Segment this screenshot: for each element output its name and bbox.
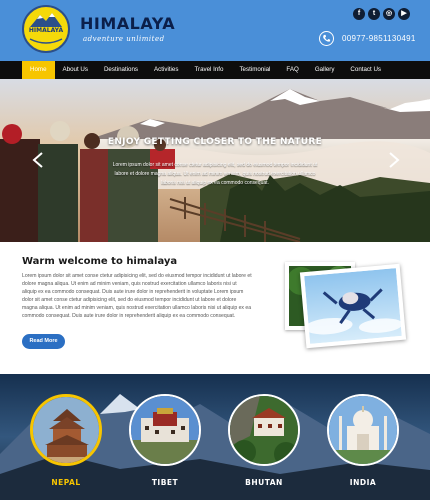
facebook-icon[interactable]: f [353,8,365,20]
youtube-icon[interactable]: ▶ [398,8,410,20]
nav-item-travel-info[interactable]: Travel Info [186,61,231,79]
instagram-icon[interactable]: ◎ [383,8,395,20]
logo-text: HIMALAYA [28,27,64,34]
nav-item-gallery[interactable]: Gallery [307,61,343,79]
nav-item-destinations[interactable]: Destinations [96,61,146,79]
brand-name: HIMALAYA [80,14,176,33]
main-nav: Home About Us Destinations Activities Travel… [0,61,430,79]
nav-item-home[interactable]: Home [22,61,55,79]
social-links: f t ◎ ▶ [353,8,410,20]
phone-icon [319,31,334,46]
hero-slider: ENJOY GETTING CLOSER TO THE NATURE Lorem… [0,79,430,242]
nav-item-activities[interactable]: Activities [146,61,186,79]
phone-number[interactable]: 00977-9851130491 [342,34,416,43]
hero-title: ENJOY GETTING CLOSER TO THE NATURE [107,137,323,147]
destination-label-nepal[interactable]: NEPAL [30,478,102,487]
nav-item-faq[interactable]: FAQ [278,61,306,79]
read-more-button[interactable]: Read More [22,334,65,349]
brand-tagline: adventure unlimited [83,35,165,43]
destination-india-image[interactable] [327,394,399,466]
destination-label-tibet[interactable]: TIBET [129,478,201,487]
destination-nepal-image[interactable] [30,394,102,466]
welcome-title: Warm welcome to himalaya [22,256,178,267]
destination-bhutan-image[interactable] [228,394,300,466]
welcome-photo-skydiving [299,263,407,349]
nav-item-about-us[interactable]: About Us [55,61,96,79]
nav-item-contact-us[interactable]: Contact Us [342,61,389,79]
welcome-body: Lorem ipsum dolor sit amet conse ctetur … [22,273,252,319]
slider-prev-icon[interactable] [32,152,44,168]
hero-text: Lorem ipsum dolor sit amet conse ctetur … [112,162,318,186]
logo[interactable]: HIMALAYA [22,5,70,53]
destination-tibet-image[interactable] [129,394,201,466]
twitter-icon[interactable]: t [368,8,380,20]
destination-label-bhutan[interactable]: BHUTAN [228,478,300,487]
nav-item-testimonial[interactable]: Testimonial [231,61,278,79]
destination-label-india[interactable]: INDIA [327,478,399,487]
slider-next-icon[interactable] [388,152,400,168]
site-header: HIMALAYA HIMALAYA adventure unlimited f … [0,0,430,61]
destinations-section: NEPAL TIBET BHUTAN INDIA [0,374,430,500]
